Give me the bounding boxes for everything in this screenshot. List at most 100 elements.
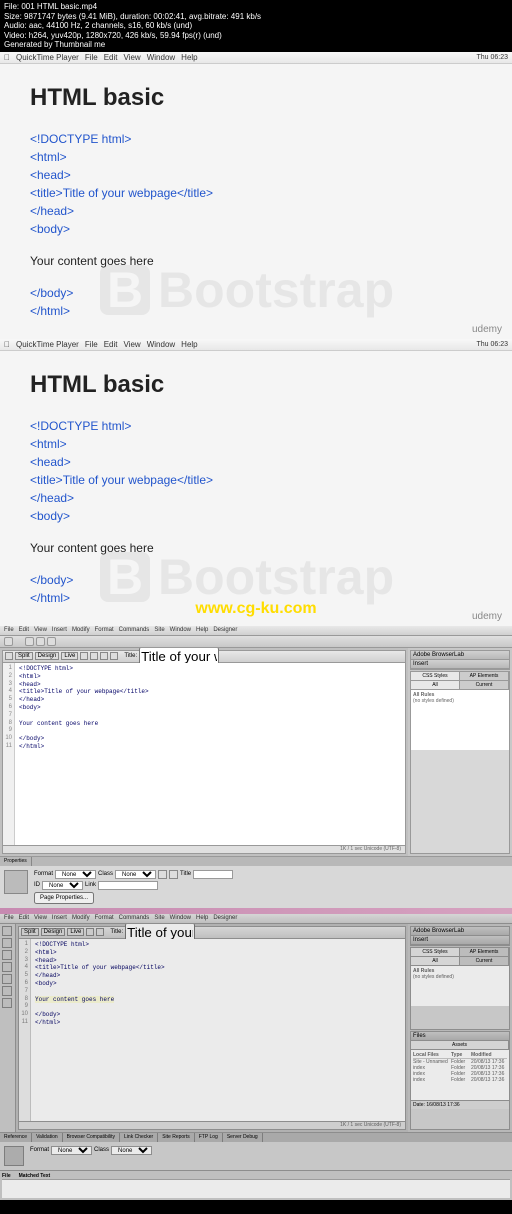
- tab-server-debug[interactable]: Server Debug: [223, 1133, 263, 1142]
- view-mode[interactable]: Designer: [213, 915, 237, 921]
- tool-icon[interactable]: [25, 637, 34, 646]
- tool-icon[interactable]: [100, 652, 108, 660]
- tab-css-styles[interactable]: CSS Styles: [411, 672, 460, 680]
- tool-icon[interactable]: [2, 986, 12, 996]
- globe-icon[interactable]: [80, 652, 88, 660]
- code-line: </html>: [30, 302, 482, 320]
- dw-menu-format[interactable]: Format: [95, 915, 114, 921]
- dw-menu-help[interactable]: Help: [196, 915, 208, 921]
- format-select[interactable]: None: [51, 1146, 92, 1155]
- tab-ap-elements[interactable]: AP Elements: [460, 948, 509, 956]
- dw-menu-modify[interactable]: Modify: [72, 915, 90, 921]
- page-properties-button[interactable]: Page Properties...: [34, 892, 94, 904]
- code-view-button[interactable]: [5, 652, 13, 660]
- html-icon[interactable]: [4, 870, 28, 894]
- split-button[interactable]: Split: [21, 928, 39, 936]
- live-button[interactable]: Live: [61, 652, 78, 660]
- dw-menu-window[interactable]: Window: [170, 627, 191, 633]
- tool-icon[interactable]: [2, 962, 12, 972]
- tool-icon[interactable]: [47, 637, 56, 646]
- id-select[interactable]: None: [42, 881, 83, 890]
- live-button[interactable]: Live: [67, 928, 84, 936]
- menu-help[interactable]: Help: [181, 340, 197, 349]
- design-button[interactable]: Design: [35, 652, 60, 660]
- code-text[interactable]: <!DOCTYPE html> <html> <head> <title>Tit…: [31, 939, 405, 1121]
- menu-edit[interactable]: Edit: [104, 53, 118, 62]
- dw-menu-commands[interactable]: Commands: [119, 915, 150, 921]
- panel-browserlab[interactable]: Adobe BrowserLab: [411, 651, 509, 660]
- title-input[interactable]: [193, 870, 233, 879]
- dw-menu-window[interactable]: Window: [170, 915, 191, 921]
- tool-icon[interactable]: [90, 652, 98, 660]
- menu-file[interactable]: File: [85, 53, 98, 62]
- tab-browser-compat[interactable]: Browser Compatibility: [63, 1133, 120, 1142]
- tool-icon[interactable]: [2, 950, 12, 960]
- split-button[interactable]: Split: [15, 652, 33, 660]
- tab-ftp-log[interactable]: FTP Log: [195, 1133, 223, 1142]
- tab-properties[interactable]: Properties: [0, 857, 32, 866]
- tab-assets[interactable]: Assets: [411, 1041, 509, 1049]
- panel-insert[interactable]: Insert: [411, 660, 509, 669]
- menu-window[interactable]: Window: [147, 53, 175, 62]
- dw-menu-file[interactable]: File: [4, 627, 14, 633]
- menu-view[interactable]: View: [124, 53, 141, 62]
- bold-icon[interactable]: [158, 870, 167, 879]
- design-button[interactable]: Design: [41, 928, 66, 936]
- view-mode[interactable]: Designer: [213, 627, 237, 633]
- dw-menu-view[interactable]: View: [34, 627, 47, 633]
- properties-panel: Properties Format None Class None Title …: [0, 856, 512, 908]
- dw-menu-insert[interactable]: Insert: [52, 627, 67, 633]
- menu-edit[interactable]: Edit: [104, 340, 118, 349]
- panel-files[interactable]: Files: [411, 1032, 509, 1041]
- menu-view[interactable]: View: [124, 340, 141, 349]
- dw-menu-help[interactable]: Help: [196, 627, 208, 633]
- content-text: Your content goes here: [30, 539, 482, 557]
- menu-file[interactable]: File: [85, 340, 98, 349]
- tab-all[interactable]: All: [411, 957, 460, 965]
- tab-ap-elements[interactable]: AP Elements: [460, 672, 509, 680]
- panel-browserlab[interactable]: Adobe BrowserLab: [411, 927, 509, 936]
- tool-icon[interactable]: [86, 928, 94, 936]
- tool-icon[interactable]: [2, 926, 12, 936]
- format-select[interactable]: None: [55, 870, 96, 879]
- dw-menu-edit[interactable]: Edit: [19, 627, 29, 633]
- dw-menu-site[interactable]: Site: [154, 915, 164, 921]
- tool-icon[interactable]: [2, 998, 12, 1008]
- tool-icon[interactable]: [96, 928, 104, 936]
- link-input[interactable]: [98, 881, 158, 890]
- tab-link-checker[interactable]: Link Checker: [120, 1133, 158, 1142]
- class-select[interactable]: None: [111, 1146, 152, 1155]
- dw-menu-file[interactable]: File: [4, 915, 14, 921]
- dw-menu-commands[interactable]: Commands: [119, 627, 150, 633]
- tool-icon[interactable]: [110, 652, 118, 660]
- menu-help[interactable]: Help: [181, 53, 197, 62]
- app-name[interactable]: QuickTime Player: [16, 53, 79, 62]
- tab-css-styles[interactable]: CSS Styles: [411, 948, 460, 956]
- tab-current[interactable]: Current: [460, 957, 509, 965]
- code-line: </body>: [30, 571, 482, 589]
- dw-menu-insert[interactable]: Insert: [52, 915, 67, 921]
- tool-icon[interactable]: [2, 938, 12, 948]
- title-label: Title:: [124, 653, 137, 659]
- tool-icon[interactable]: [2, 974, 12, 984]
- tool-icon[interactable]: [36, 637, 45, 646]
- tab-site-reports[interactable]: Site Reports: [158, 1133, 195, 1142]
- class-select[interactable]: None: [115, 870, 156, 879]
- layout-icon[interactable]: [4, 637, 13, 646]
- file-row[interactable]: indexFolder20/08/13 17:36: [413, 1077, 507, 1083]
- dw-menu-view[interactable]: View: [34, 915, 47, 921]
- code-text[interactable]: <!DOCTYPE html> <html> <head> <title>Tit…: [15, 663, 405, 845]
- dw-menu-site[interactable]: Site: [154, 627, 164, 633]
- dw-menu-modify[interactable]: Modify: [72, 627, 90, 633]
- tab-reference[interactable]: Reference: [0, 1133, 32, 1142]
- tab-validation[interactable]: Validation: [32, 1133, 63, 1142]
- dw-menu-edit[interactable]: Edit: [19, 915, 29, 921]
- panel-insert[interactable]: Insert: [411, 936, 509, 945]
- menu-window[interactable]: Window: [147, 340, 175, 349]
- tab-current[interactable]: Current: [460, 681, 509, 689]
- html-icon[interactable]: [4, 1146, 24, 1166]
- app-name[interactable]: QuickTime Player: [16, 340, 79, 349]
- italic-icon[interactable]: [169, 870, 178, 879]
- tab-all[interactable]: All: [411, 681, 460, 689]
- dw-menu-format[interactable]: Format: [95, 627, 114, 633]
